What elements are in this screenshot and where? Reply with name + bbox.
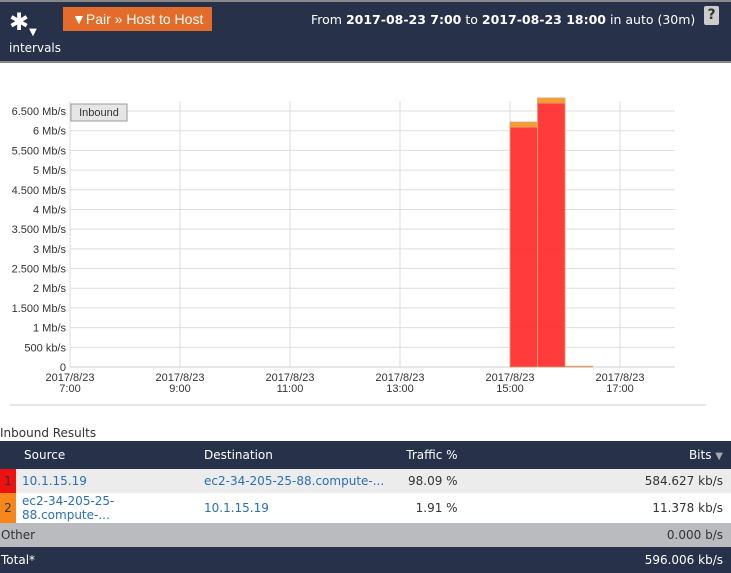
traffic-chart: 0500 kb/s1 Mb/s1.500 Mb/s2 Mb/s2.500 Mb/… <box>0 90 731 410</box>
from-time[interactable]: 2017-08-23 7:00 <box>346 12 461 27</box>
area-segment <box>510 122 538 127</box>
bits: 584.627 kb/s <box>644 469 731 493</box>
y-tick-label: 6 Mb/s <box>33 126 67 138</box>
total-bits: 596.006 kb/s <box>644 547 731 573</box>
x-tick-label: 7:00 <box>59 383 80 395</box>
col-source[interactable]: Source <box>16 441 203 469</box>
results-table: Source Destination Traffic % Bits ▼ 1 10… <box>0 441 731 573</box>
y-tick-label: 2.500 Mb/s <box>12 264 67 276</box>
y-tick-label: 5 Mb/s <box>33 165 67 177</box>
to-label: to <box>465 12 478 27</box>
x-tick-label: 9:00 <box>169 383 190 395</box>
x-tick-label: 13:00 <box>386 383 414 395</box>
y-tick-label: 2 Mb/s <box>33 283 67 295</box>
header-bar: ✱▼ ▼Pair » Host to Host From 2017-08-23 … <box>0 0 731 63</box>
col-bits[interactable]: Bits ▼ <box>644 441 731 469</box>
table-row[interactable]: 2 ec2-34-205-25-88.compute-... 10.1.15.1… <box>0 493 731 523</box>
y-tick-label: 5.500 Mb/s <box>12 145 67 157</box>
other-label: Other <box>0 523 644 547</box>
source-link[interactable]: ec2-34-205-25-88.compute-... <box>22 494 114 522</box>
area-segment <box>538 98 566 103</box>
traffic-pct: 1.91 % <box>405 493 644 523</box>
y-tick-label: 1.500 Mb/s <box>12 303 67 315</box>
area-segment <box>538 103 566 367</box>
to-time[interactable]: 2017-08-23 18:00 <box>482 12 606 27</box>
intervals-link[interactable]: intervals <box>9 41 61 55</box>
bits: 11.378 kb/s <box>644 493 731 523</box>
results-title: Inbound Results <box>0 426 96 440</box>
table-row[interactable]: 1 10.1.15.19 ec2-34-205-25-88.compute-..… <box>0 469 731 493</box>
row-rank: 1 <box>0 469 16 493</box>
traffic-pct: 98.09 % <box>405 469 644 493</box>
x-tick-label: 17:00 <box>606 383 634 395</box>
row-rank: 2 <box>0 493 16 523</box>
x-tick-label: 11:00 <box>277 383 304 395</box>
y-tick-label: 3.500 Mb/s <box>12 224 67 236</box>
sort-desc-icon: ▼ <box>715 451 723 462</box>
gear-menu-icon[interactable]: ✱▼ <box>9 8 37 36</box>
col-destination[interactable]: Destination <box>203 441 405 469</box>
from-label: From <box>311 12 342 27</box>
y-tick-label: 4.500 Mb/s <box>12 185 67 197</box>
other-row: Other 0.000 b/s <box>0 523 731 547</box>
destination-link[interactable]: ec2-34-205-25-88.compute-... <box>204 474 384 488</box>
pair-type-button[interactable]: ▼Pair » Host to Host <box>63 7 212 31</box>
table-header: Source Destination Traffic % Bits ▼ <box>0 441 731 469</box>
help-button[interactable]: ? <box>704 6 719 25</box>
other-bits: 0.000 b/s <box>644 523 731 547</box>
source-link[interactable]: 10.1.15.19 <box>22 474 87 488</box>
destination-link[interactable]: 10.1.15.19 <box>204 501 269 515</box>
y-tick-label: 1 Mb/s <box>33 323 67 335</box>
y-tick-label: 3 Mb/s <box>33 244 67 256</box>
col-traffic[interactable]: Traffic % <box>405 441 644 469</box>
time-range: From 2017-08-23 7:00 to 2017-08-23 18:00… <box>311 12 695 27</box>
y-tick-label: 4 Mb/s <box>33 204 67 216</box>
total-label: Total* <box>0 547 644 573</box>
interval-label[interactable]: in auto (30m) <box>610 12 695 27</box>
y-tick-label: 500 kb/s <box>24 342 66 354</box>
y-tick-label: 6.500 Mb/s <box>12 106 67 118</box>
area-segment <box>510 127 538 367</box>
total-row: Total* 596.006 kb/s <box>0 547 731 573</box>
x-tick-label: 15:00 <box>496 383 524 395</box>
legend-label: Inbound <box>79 107 119 119</box>
